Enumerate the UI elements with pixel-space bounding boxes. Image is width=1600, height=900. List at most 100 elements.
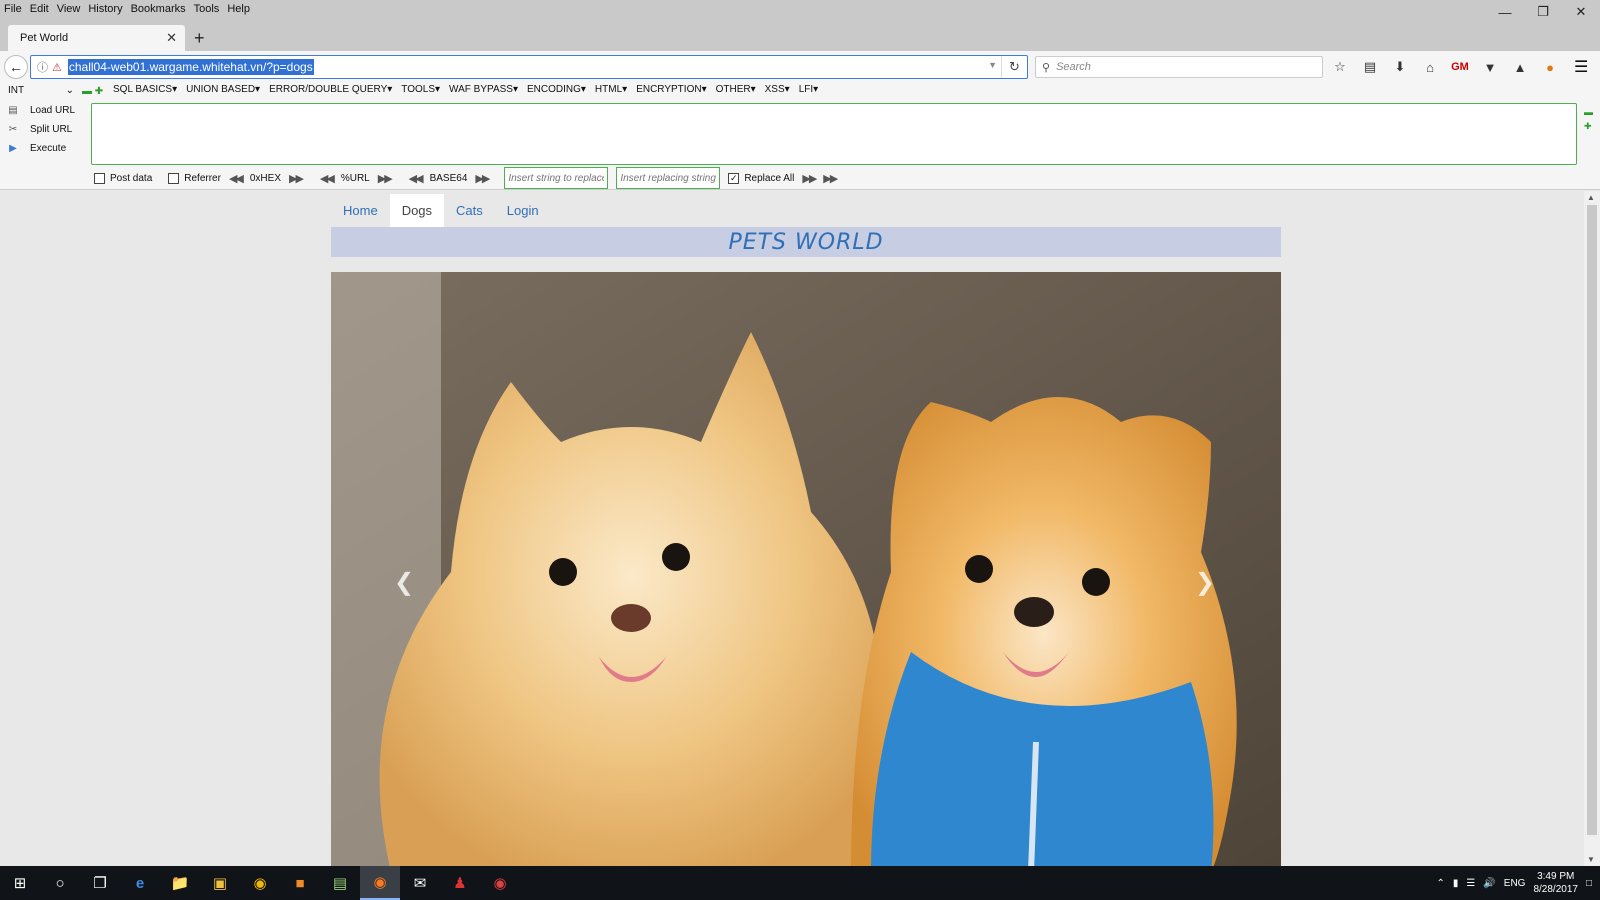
hamburger-menu-icon[interactable]: ☰: [1574, 57, 1588, 77]
menu-tools[interactable]: Tools: [190, 3, 224, 15]
url-decode-arrow-icon[interactable]: ◀◀: [320, 172, 335, 185]
url-history-dropdown-icon[interactable]: ▼: [988, 60, 997, 70]
nav-home[interactable]: Home: [331, 194, 390, 227]
home-icon[interactable]: ⌂: [1420, 57, 1440, 77]
hb-menu-lfi[interactable]: LFI▾: [799, 84, 818, 95]
dogs-photo: [331, 272, 1281, 866]
hex-encode-arrow-icon[interactable]: ▶▶: [289, 172, 304, 185]
nav-login[interactable]: Login: [495, 194, 551, 227]
pocket-icon[interactable]: ▼: [1480, 57, 1500, 77]
url-bar[interactable]: ⓘ ⚠ chall04-web01.wargame.whitehat.vn/?p…: [30, 55, 1028, 79]
hackbar-url-textarea[interactable]: [91, 103, 1577, 165]
menu-view[interactable]: View: [53, 3, 85, 15]
hb-menu-other[interactable]: OTHER▾: [716, 84, 756, 95]
extension-orange-icon[interactable]: ●: [1540, 57, 1560, 77]
insecure-lock-icon[interactable]: ⚠: [52, 61, 62, 74]
replace-all-checkbox[interactable]: ✓ Replace All: [728, 172, 794, 184]
search-bar[interactable]: ⚲ Search: [1035, 56, 1323, 78]
restore-icon[interactable]: ❐: [1524, 0, 1562, 24]
menu-edit[interactable]: Edit: [26, 3, 53, 15]
reading-list-icon[interactable]: ▤: [1360, 57, 1380, 77]
replace-next-arrow-icon[interactable]: ▶▶: [823, 172, 838, 185]
windows-taskbar: ⊞ ○ ❐ e 📁 ▣ ◉ ■ ▤ ◉ ✉ ♟ ◉ ⌃ ▮ ☰ 🔊 ENG 3:…: [0, 866, 1600, 900]
firefox-icon[interactable]: ◉: [360, 866, 400, 900]
notifications-icon[interactable]: □: [1586, 878, 1592, 889]
language-indicator[interactable]: ENG: [1504, 878, 1526, 889]
scroll-up-icon[interactable]: ▲: [1587, 193, 1595, 202]
hex-label: 0xHEX: [249, 172, 281, 184]
file-explorer-icon[interactable]: 📁: [160, 866, 200, 900]
notepad-icon[interactable]: ▤: [320, 866, 360, 900]
info-icon[interactable]: ⓘ: [37, 59, 48, 75]
synced-tabs-icon[interactable]: ▲: [1510, 57, 1530, 77]
base64-decode-arrow-icon[interactable]: ◀◀: [409, 172, 424, 185]
minimize-icon[interactable]: —: [1486, 0, 1524, 24]
volume-icon[interactable]: 🔊: [1483, 878, 1495, 889]
replace-arrow-icon[interactable]: ▶▶: [802, 172, 817, 185]
referrer-checkbox[interactable]: Referrer: [168, 172, 221, 184]
hb-menu-encryption[interactable]: ENCRYPTION▾: [636, 84, 706, 95]
close-window-icon[interactable]: ✕: [1562, 0, 1600, 24]
battery-icon[interactable]: ▮: [1453, 878, 1459, 889]
load-url-button[interactable]: ▤ Load URL: [6, 103, 75, 117]
nav-dogs[interactable]: Dogs: [389, 194, 445, 227]
hb-menu-encoding[interactable]: ENCODING▾: [527, 84, 586, 95]
orange-app-icon[interactable]: ■: [280, 866, 320, 900]
bookmark-star-icon[interactable]: ☆: [1330, 57, 1350, 77]
post-data-checkbox[interactable]: Post data: [94, 172, 152, 184]
carousel-prev-icon[interactable]: ❮: [394, 568, 414, 597]
search-icon: ⚲: [1042, 61, 1051, 74]
menu-file[interactable]: File: [0, 3, 26, 15]
system-tray: ⌃ ▮ ☰ 🔊 ENG 3:49 PM 8/28/2017 □: [1436, 866, 1600, 900]
task-view-icon[interactable]: ❐: [80, 866, 120, 900]
hex-decode-arrow-icon[interactable]: ◀◀: [229, 172, 244, 185]
store-app-icon[interactable]: ▣: [200, 866, 240, 900]
hackbar-type-select[interactable]: INT ⌄: [8, 85, 74, 99]
menu-bookmarks[interactable]: Bookmarks: [127, 3, 190, 15]
hackbar-plus-minus[interactable]: ▬ ✚: [82, 86, 103, 97]
scroll-thumb[interactable]: [1587, 205, 1597, 835]
back-arrow-icon[interactable]: ←: [4, 55, 28, 79]
start-windows-icon[interactable]: ⊞: [0, 866, 40, 900]
red-bird-icon[interactable]: ◉: [480, 866, 520, 900]
hb-menu-union-based[interactable]: UNION BASED▾: [186, 84, 260, 95]
nav-cats[interactable]: Cats: [444, 194, 495, 227]
page-scrollbar[interactable]: ▲ ▼: [1584, 191, 1600, 866]
hb-menu-waf-bypass[interactable]: WAF BYPASS▾: [449, 84, 518, 95]
chrome-icon[interactable]: ◉: [240, 866, 280, 900]
red-tool-icon[interactable]: ♟: [440, 866, 480, 900]
carousel-next-icon[interactable]: ❯: [1195, 568, 1215, 597]
reload-icon[interactable]: ↻: [1001, 56, 1027, 78]
new-tab-icon[interactable]: +: [194, 28, 205, 49]
base64-encode-arrow-icon[interactable]: ▶▶: [475, 172, 490, 185]
hb-menu-tools[interactable]: TOOLS▾: [401, 84, 440, 95]
close-tab-icon[interactable]: ✕: [166, 30, 177, 46]
browser-tab[interactable]: Pet World ✕: [8, 25, 185, 51]
execute-button[interactable]: ▶ Execute: [6, 141, 75, 155]
cortana-search-icon[interactable]: ○: [40, 866, 80, 900]
replacing-string-input[interactable]: [616, 167, 721, 189]
search-placeholder: Search: [1056, 61, 1091, 73]
download-icon[interactable]: ⬇: [1390, 57, 1410, 77]
extension-gm-icon[interactable]: GM: [1450, 57, 1470, 77]
menu-history[interactable]: History: [84, 3, 126, 15]
scroll-down-icon[interactable]: ▼: [1587, 855, 1595, 864]
mail-icon[interactable]: ✉: [400, 866, 440, 900]
clock[interactable]: 3:49 PM 8/28/2017: [1533, 870, 1578, 896]
hb-menu-html[interactable]: HTML▾: [595, 84, 627, 95]
split-url-button[interactable]: ✂ Split URL: [6, 122, 75, 136]
hackbar-side-controls[interactable]: ▬ ✚: [1584, 105, 1593, 133]
menu-help[interactable]: Help: [223, 3, 254, 15]
url-encode-arrow-icon[interactable]: ▶▶: [378, 172, 393, 185]
clock-time: 3:49 PM: [1537, 871, 1575, 882]
url-text[interactable]: chall04-web01.wargame.whitehat.vn/?p=dog…: [67, 59, 314, 75]
hb-menu-sql-basics[interactable]: SQL BASICS▾: [113, 84, 177, 95]
image-carousel[interactable]: ❮ ❯: [331, 272, 1281, 866]
replace-string-input[interactable]: [504, 167, 609, 189]
wifi-icon[interactable]: ☰: [1466, 878, 1475, 889]
site-nav: Home Dogs Cats Login: [331, 194, 551, 227]
edge-browser-icon[interactable]: e: [120, 866, 160, 900]
hb-menu-error-double[interactable]: ERROR/DOUBLE QUERY▾: [269, 84, 392, 95]
hb-menu-xss[interactable]: XSS▾: [765, 84, 790, 95]
tray-chevron-icon[interactable]: ⌃: [1436, 878, 1444, 889]
